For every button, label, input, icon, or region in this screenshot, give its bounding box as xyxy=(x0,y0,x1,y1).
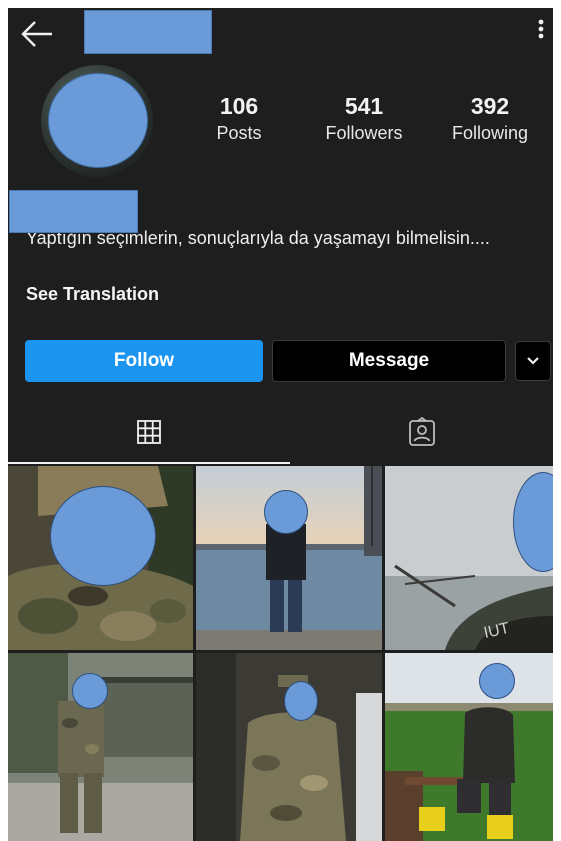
following-label: Following xyxy=(451,123,529,143)
display-name-redaction xyxy=(9,190,138,233)
face-redaction xyxy=(72,673,108,709)
face-redaction xyxy=(50,486,156,586)
followers-count: 541 xyxy=(344,93,384,119)
followers-stat[interactable]: 541 Followers xyxy=(314,92,414,146)
tab-posts-grid[interactable] xyxy=(8,400,290,464)
message-button[interactable]: Message xyxy=(272,340,506,382)
face-redaction xyxy=(284,681,318,721)
post-thumbnail-5[interactable] xyxy=(196,653,382,841)
followers-label: Followers xyxy=(325,123,403,143)
posts-count: 106 xyxy=(219,93,259,119)
back-button[interactable] xyxy=(18,16,58,52)
arrow-left-icon xyxy=(21,21,52,47)
avatar-face-redaction xyxy=(48,73,148,168)
see-translation-link[interactable]: See Translation xyxy=(26,282,159,307)
grid-icon xyxy=(137,420,161,444)
suggested-accounts-button[interactable] xyxy=(515,341,551,381)
chevron-down-icon xyxy=(527,357,539,365)
post-photo-6 xyxy=(385,653,553,841)
post-thumbnail-2[interactable] xyxy=(196,466,382,650)
posts-label: Posts xyxy=(216,123,262,143)
post-thumbnail-1[interactable] xyxy=(8,466,193,650)
posts-stat: 106 Posts xyxy=(204,92,274,146)
post-photo-5 xyxy=(196,653,382,841)
face-redaction xyxy=(479,663,515,699)
post-thumbnail-4[interactable] xyxy=(8,653,193,841)
following-stat[interactable]: 392 Following xyxy=(440,92,540,146)
face-redaction xyxy=(264,490,308,534)
options-menu-button[interactable] xyxy=(531,14,551,44)
more-vertical-icon xyxy=(538,19,544,39)
profile-avatar[interactable] xyxy=(38,62,156,180)
follow-button[interactable]: Follow xyxy=(25,340,263,382)
tagged-person-icon xyxy=(408,417,435,446)
username-redaction xyxy=(84,10,212,54)
tab-tagged[interactable] xyxy=(290,400,553,464)
post-thumbnail-3[interactable]: IUT xyxy=(385,466,553,650)
profile-screen: 106 Posts 541 Followers 392 Following Ya… xyxy=(8,8,553,841)
following-count: 392 xyxy=(470,93,510,119)
tab-selected-indicator xyxy=(8,462,290,464)
post-thumbnail-6[interactable] xyxy=(385,653,553,841)
